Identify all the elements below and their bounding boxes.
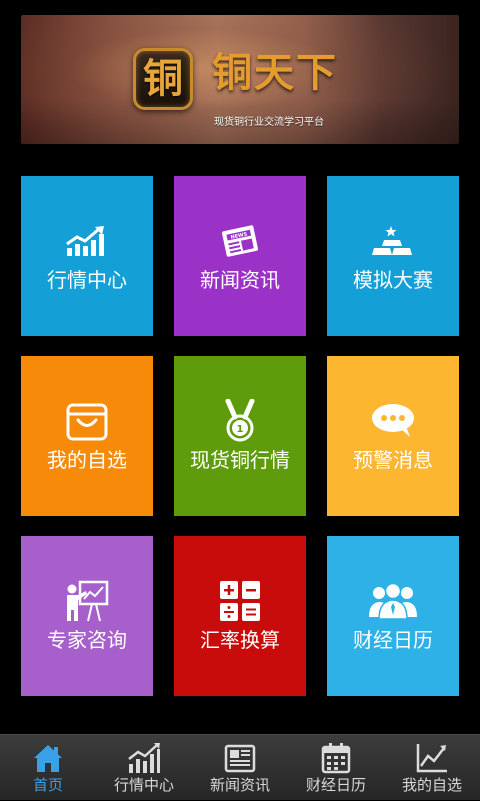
bottom-nav: 首页 行情中心 新闻资讯 财经日历 我的自选 [0,734,480,800]
nav-label: 财经日历 [305,776,366,794]
tile-label: 行情中心 [47,268,127,292]
chart-up-icon [21,216,153,266]
tile-market-center[interactable]: 行情中心 [21,176,153,336]
tile-exchange-rate[interactable]: 汇率换算 [174,536,306,696]
newspaper-icon: NEWS [174,216,306,266]
logo-badge: 铜 [133,48,193,110]
tile-spot-copper-quotes[interactable]: 1 现货铜行情 [174,356,306,516]
nav-label: 首页 [32,776,63,794]
nav-item-news[interactable]: 新闻资讯 [192,735,288,801]
home-icon [0,741,96,775]
tile-finance-calendar[interactable]: 财经日历 [327,536,459,696]
tile-my-watchlist[interactable]: 我的自选 [21,356,153,516]
nav-item-market-center[interactable]: 行情中心 [96,735,192,801]
tile-label: 预警消息 [353,448,433,472]
gold-bars-icon [327,216,459,266]
trend-line-icon [384,741,480,775]
tile-label: 我的自选 [47,448,127,472]
app-title: 铜天下 [212,50,338,96]
nav-label: 行情中心 [113,776,174,794]
tile-label: 现货铜行情 [190,448,290,472]
calendar-icon [288,741,384,775]
tile-news[interactable]: NEWS 新闻资讯 [174,176,306,336]
chat-bubble-icon [327,396,459,446]
tile-expert-consulting[interactable]: 专家咨询 [21,536,153,696]
newspaper-icon [192,741,288,775]
tile-alert-messages[interactable]: 预警消息 [327,356,459,516]
logo-badge-char: 铜 [143,55,183,102]
app-subtitle: 现货铜行业交流学习平台 [214,117,324,128]
tile-label: 模拟大赛 [353,268,433,292]
calculator-icon [174,576,306,626]
nav-item-home[interactable]: 首页 [0,735,96,801]
presenter-icon [21,576,153,626]
svg-text:1: 1 [237,424,244,435]
nav-label: 我的自选 [401,776,462,794]
tile-label: 财经日历 [353,628,433,652]
tile-simulation-contest[interactable]: 模拟大赛 [327,176,459,336]
app-banner: 铜 铜天下 现货铜行业交流学习平台 [21,15,459,144]
tile-label: 汇率换算 [200,628,280,652]
nav-item-my-watchlist[interactable]: 我的自选 [384,735,480,801]
bar-chart-icon [96,741,192,775]
tile-label: 专家咨询 [47,628,127,652]
nav-label: 新闻资讯 [209,776,270,794]
medal-icon: 1 [174,396,306,446]
basket-icon [21,396,153,446]
tile-label: 新闻资讯 [200,268,280,292]
people-icon [327,576,459,626]
nav-item-finance-calendar[interactable]: 财经日历 [288,735,384,801]
